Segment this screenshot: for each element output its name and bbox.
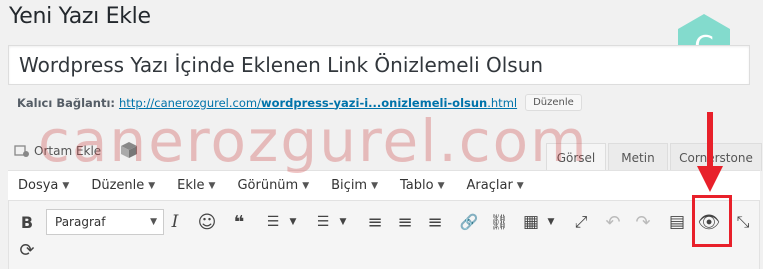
menu-edit[interactable]: Düzenle ▼ (81, 178, 167, 193)
menu-view[interactable]: Görünüm ▼ (227, 178, 321, 193)
fullscreen-icon[interactable]: ⤢ (568, 209, 594, 235)
menu-view-label: Görünüm (237, 178, 299, 193)
chevron-down-icon: ▼ (62, 180, 70, 191)
menu-file-label: Dosya (18, 178, 59, 193)
chevron-down-icon: ▼ (208, 180, 216, 191)
redo-button[interactable]: ↷ (630, 209, 656, 235)
editor-menubar: Dosya ▼ Düzenle ▼ Ekle ▼ Görünüm ▼ Biçim ▼ Ta… (8, 171, 760, 201)
post-title-input[interactable]: Wordpress Yazı İçinde Eklenen Link Önizl… (8, 45, 750, 85)
align-left-button[interactable]: ≡ (362, 209, 388, 235)
chevron-down-icon: ▼ (371, 180, 379, 191)
menu-tools[interactable]: Araçlar ▼ (457, 178, 536, 193)
add-media-button[interactable]: Ortam Ekle (8, 137, 108, 165)
format-select-value: Paragraf (55, 215, 106, 229)
media-icon (14, 145, 29, 157)
highlight-box-annotation (692, 195, 732, 247)
menu-tools-label: Araçlar (466, 178, 513, 193)
align-right-button[interactable]: ≡ (422, 209, 448, 235)
chevron-down-icon[interactable]: ▼ (280, 209, 306, 235)
chevron-down-icon[interactable]: ▼ (538, 209, 564, 235)
chevron-down-icon: ▼ (148, 180, 156, 191)
toolbar-toggle-button[interactable]: ▤ (664, 209, 690, 235)
chevron-down-icon: ▼ (302, 180, 310, 191)
undo-button[interactable]: ↶ (600, 209, 626, 235)
cube-icon[interactable] (118, 139, 140, 161)
page-title: Yeni Yazı Ekle (9, 4, 151, 29)
menu-table-label: Tablo (400, 178, 434, 193)
tab-visual[interactable]: Görsel (546, 143, 606, 171)
distraction-free-icon[interactable]: ⤡ (730, 209, 756, 235)
format-select[interactable]: Paragraf ▼ (46, 209, 164, 235)
menu-edit-label: Düzenle (91, 178, 145, 193)
menu-insert-label: Ekle (177, 178, 205, 193)
italic-button[interactable]: I (162, 209, 188, 235)
permalink-slug: wordpress-yazi-i...onizlemeli-olsun (260, 95, 488, 110)
emoji-button[interactable]: ☺ (194, 209, 220, 235)
editor-toolbar: B Paragraf ▼ I ☺ ❝ ☰ ▼ ☰ ▼ ≡ ≡ ≡ 🔗 ⛓ ▦ ▼… (8, 203, 760, 263)
menu-table[interactable]: Tablo ▼ (390, 178, 457, 193)
red-arrow-annotation (697, 112, 723, 192)
chevron-down-icon: ▼ (437, 180, 445, 191)
refresh-icon[interactable]: ⟳ (14, 237, 40, 263)
align-center-button[interactable]: ≡ (392, 209, 418, 235)
permalink-link[interactable]: http://canerozgurel.com/wordpress-yazi-i… (119, 96, 517, 110)
chevron-down-icon: ▼ (516, 180, 524, 191)
blockquote-button[interactable]: ❝ (226, 209, 252, 235)
link-button[interactable]: 🔗 (456, 209, 482, 235)
menu-file[interactable]: Dosya ▼ (8, 178, 81, 193)
permalink-prefix: http://canerozgurel.com/ (119, 95, 261, 110)
tab-text[interactable]: Metin (608, 143, 668, 171)
unlink-button[interactable]: ⛓ (486, 209, 512, 235)
menu-format[interactable]: Biçim ▼ (321, 178, 390, 193)
bold-button[interactable]: B (14, 209, 40, 235)
menu-format-label: Biçim (331, 178, 368, 193)
add-media-label: Ortam Ekle (34, 144, 102, 158)
chevron-down-icon: ▼ (150, 217, 157, 227)
chevron-down-icon[interactable]: ▼ (330, 209, 356, 235)
menu-insert[interactable]: Ekle ▼ (167, 178, 227, 193)
permalink-row: Kalıcı Bağlantı: http://canerozgurel.com… (17, 94, 582, 111)
permalink-label: Kalıcı Bağlantı: (17, 95, 116, 110)
permalink-edit-button[interactable]: Düzenle (525, 94, 582, 111)
permalink-suffix: .html (487, 95, 518, 110)
